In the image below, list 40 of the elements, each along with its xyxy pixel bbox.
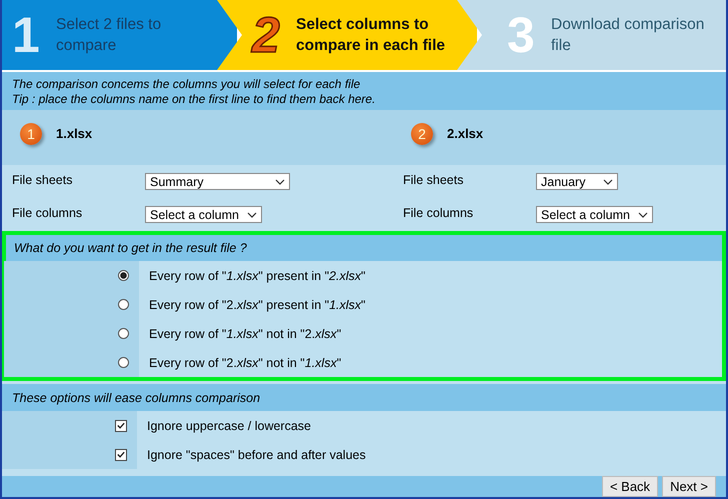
file-name: 2.xlsx bbox=[447, 126, 484, 141]
checkbox[interactable] bbox=[115, 420, 127, 432]
field-label: File sheets bbox=[403, 172, 464, 186]
step-label: Select 2 files to compare bbox=[56, 15, 162, 56]
step-label: Select columns to compare in each file bbox=[296, 15, 446, 56]
caret-icon bbox=[246, 212, 257, 218]
radio-button[interactable] bbox=[118, 328, 129, 339]
nav-button[interactable]: Next > bbox=[662, 476, 716, 497]
intro-text: The comparison concems the columns you will select for each file bbox=[12, 77, 362, 92]
caret-icon bbox=[603, 178, 613, 184]
number-badge: 1 bbox=[20, 122, 42, 144]
option-label: Every row of "2.xlsx" present in "1.xlsx" bbox=[149, 298, 366, 312]
file-name: 1.xlsx bbox=[56, 126, 92, 141]
checkbox[interactable] bbox=[115, 448, 127, 460]
step-number: 3 bbox=[507, 10, 536, 60]
option-label: Ignore uppercase / lowercase bbox=[147, 418, 311, 432]
radio-button[interactable] bbox=[118, 357, 129, 368]
field-label: File columns bbox=[403, 206, 474, 220]
caret-icon bbox=[275, 178, 285, 184]
caret-icon bbox=[638, 212, 648, 218]
option-label: Every row of "2.xlsx" not in "1.xlsx" bbox=[149, 356, 342, 370]
sheet-dropdown[interactable]: January bbox=[536, 173, 618, 190]
radio-button[interactable] bbox=[118, 270, 129, 281]
sheet-dropdown[interactable]: Summary bbox=[145, 173, 290, 190]
section-heading: What do you want to get in the result file ? bbox=[14, 241, 247, 255]
option-label: Ignore "spaces" before and after values bbox=[147, 448, 366, 462]
field-label: File columns bbox=[12, 206, 84, 220]
column-dropdown[interactable]: Select a column bbox=[145, 206, 262, 223]
column-dropdown[interactable]: Select a column bbox=[536, 206, 653, 223]
number-badge: 2 bbox=[411, 122, 433, 144]
radio-button[interactable] bbox=[118, 299, 129, 310]
intro-text: Tip : place the columns name on the first line to find them back here. bbox=[12, 92, 376, 107]
step-number: 2 bbox=[252, 10, 281, 60]
section-heading: These options will ease columns comparison bbox=[12, 390, 260, 404]
step-number: 1 bbox=[12, 10, 41, 60]
field-label: File sheets bbox=[12, 172, 74, 186]
option-label: Every row of "1.xlsx" present in "2.xlsx" bbox=[149, 268, 366, 282]
option-label: Every row of "1.xlsx" not in "2.xlsx" bbox=[149, 326, 342, 340]
step-label: Download comparison file bbox=[551, 15, 706, 56]
nav-button[interactable]: < Back bbox=[602, 476, 658, 497]
